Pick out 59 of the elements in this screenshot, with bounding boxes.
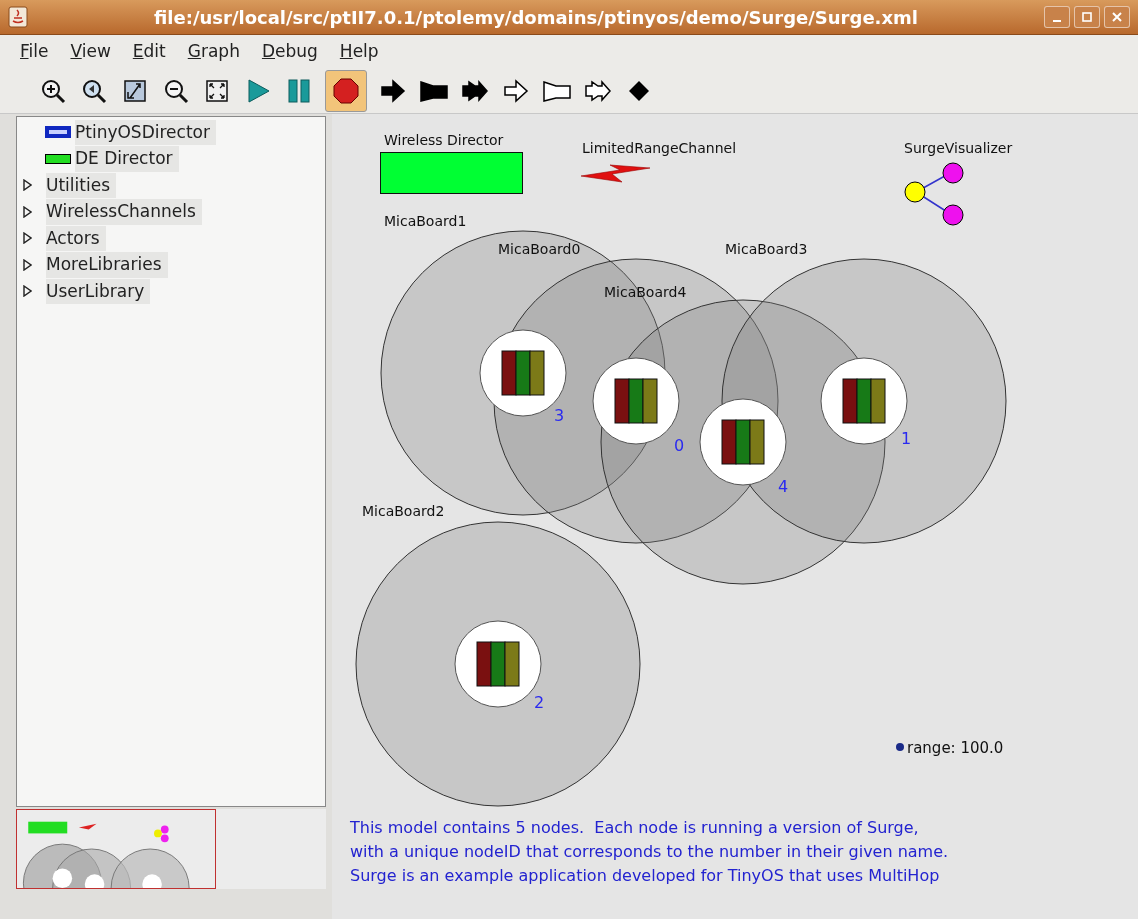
maximize-icon [1081,11,1093,23]
mote-icon [614,378,658,424]
lightning-icon [580,162,652,184]
java-icon [8,6,28,28]
node-id: 2 [534,692,545,714]
description-text: This model contains 5 nodes. Each node is running a version of Surge, with a unique nodeID that corresponds to the number in their given name. Surge is an example application developed for TinyOS that uses MultiHop [350,817,950,887]
menu-item[interactable]: Help [329,38,389,65]
stop-icon [333,77,359,104]
maximize-button[interactable] [1074,6,1100,28]
node-id: 1 [901,428,912,450]
double-arrow-icon [585,77,611,104]
director-icon [45,153,71,164]
window-title: file:/usr/local/src/ptII7.0.1/ptolemy/domains/ptinyos/demo/Surge/Surge.xml [153,5,919,30]
fit-icon [122,77,148,104]
library-item[interactable]: WirelessChannels [17,198,325,225]
pause-icon [286,77,312,104]
close-icon [1111,11,1123,23]
zoom-in-icon [40,77,66,104]
double-arrow-icon [462,77,488,104]
board-label: MicaBoard1 [384,212,467,231]
board-label: MicaBoard3 [725,240,808,259]
menu-item[interactable]: View [60,38,121,65]
board-label: MicaBoard4 [604,283,687,302]
node-id: 0 [674,435,685,457]
graph-icon [904,162,966,228]
library-item[interactable]: UserLibrary [17,278,325,305]
director-label: Wireless Director [384,131,504,150]
mote-icon [842,378,886,424]
range-dot-icon [896,743,904,751]
mote-icon [501,350,545,396]
menu-item[interactable]: Debug [251,38,328,65]
expand-icon [204,77,230,104]
node-id: 4 [778,476,789,498]
visualizer-label: SurgeVisualizer [904,139,1013,158]
library-item[interactable]: Actors [17,225,325,252]
range-label: range: 100.0 [907,738,1004,759]
mote-icon [476,641,520,687]
minimize-icon [1053,20,1061,22]
library-item[interactable]: PtinyOSDirector [17,119,325,146]
arrow-icon [503,77,529,104]
menu-item[interactable]: File [10,38,59,65]
director-icon [45,126,71,139]
zoom-reset-icon [81,77,107,104]
library-item[interactable]: Utilities [17,172,325,199]
board-label: MicaBoard2 [362,502,445,521]
node-id: 3 [554,405,565,427]
board-label: MicaBoard0 [498,240,581,259]
mote-icon [721,419,765,465]
minimize-button[interactable] [1044,6,1070,28]
arrow-icon [380,77,406,104]
library-item[interactable]: MoreLibraries [17,251,325,278]
menu-item[interactable]: Graph [177,38,250,65]
zoom-out-icon [163,77,189,104]
channel-label: LimitedRangeChannel [582,139,737,158]
toolbar-button[interactable] [325,69,367,112]
menu-item[interactable]: Edit [122,38,176,65]
play-icon [245,77,271,104]
library-item[interactable]: DE Director [17,145,325,172]
close-button[interactable] [1104,6,1130,28]
